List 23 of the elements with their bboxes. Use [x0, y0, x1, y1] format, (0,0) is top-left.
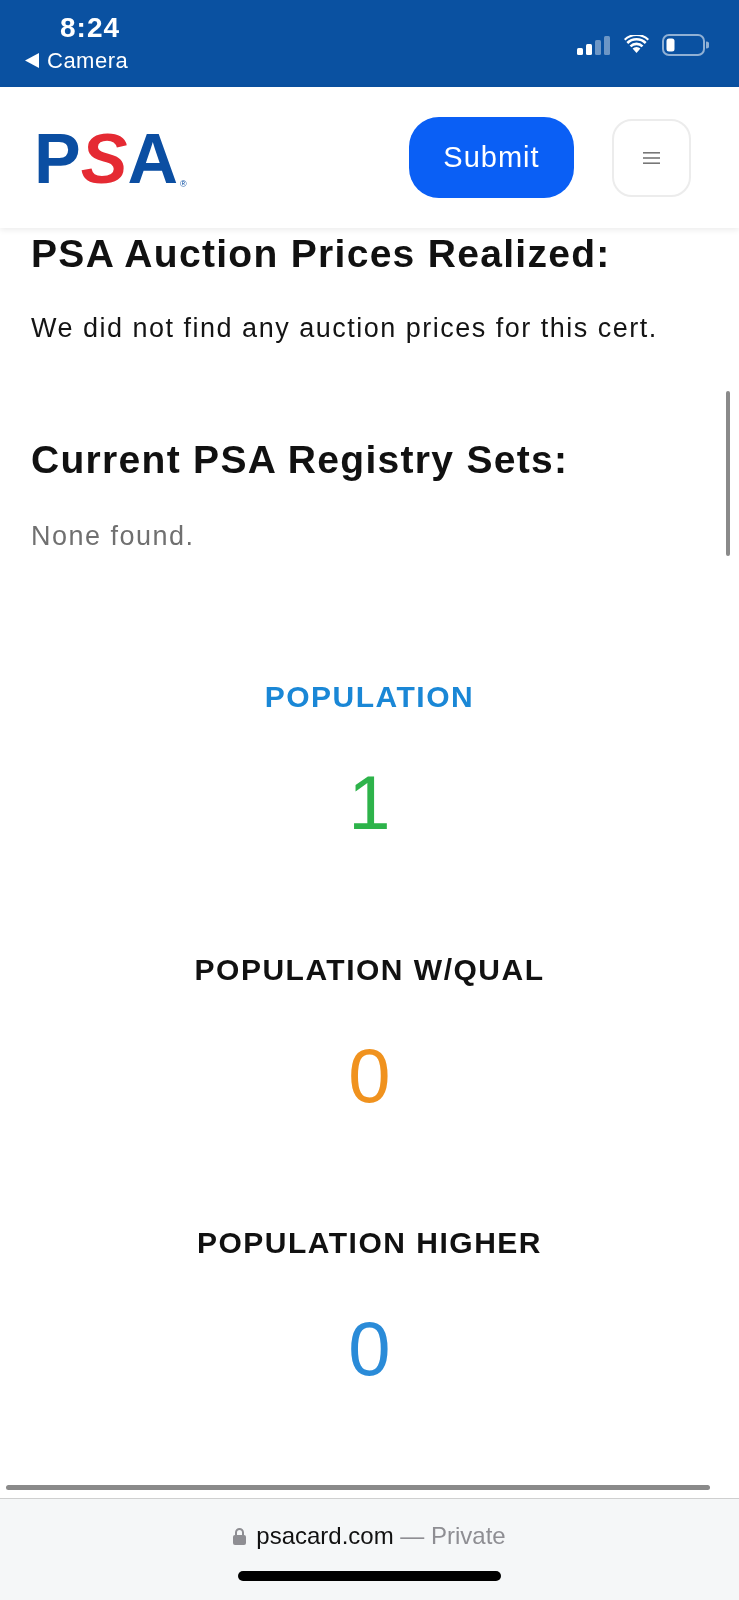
- url-text[interactable]: psacard.com — Private: [256, 1521, 506, 1551]
- section-text: We did not find any auction prices for this cert.: [31, 312, 658, 344]
- wifi-icon: [624, 35, 649, 53]
- stat-label: POPULATION: [264, 679, 475, 715]
- empty-message: None found.: [31, 520, 195, 552]
- registered-mark: ®: [179, 179, 187, 189]
- stat-value: 0: [348, 1036, 391, 1116]
- section-heading: Current PSA Registry Sets:: [31, 437, 569, 483]
- back-triangle-icon: [25, 53, 39, 68]
- menu-icon: [643, 151, 660, 164]
- stat-value: 0: [348, 1309, 391, 1389]
- section-heading: PSA Auction Prices Realized:: [31, 231, 611, 277]
- submit-button[interactable]: Submit: [409, 117, 574, 198]
- signal-icon: [577, 36, 611, 55]
- lock-icon: [233, 1527, 247, 1545]
- status-time: 8:24: [60, 11, 121, 45]
- stat-label: POPULATION HIGHER: [197, 1225, 542, 1261]
- stat-label: POPULATION W/QUAL: [194, 952, 545, 988]
- stat-value: 1: [348, 763, 391, 843]
- battery-icon: [662, 34, 709, 56]
- menu-button[interactable]: [612, 118, 691, 197]
- back-to-app-link[interactable]: Camera: [25, 47, 129, 74]
- psa-logo[interactable]: PSA®: [34, 123, 187, 194]
